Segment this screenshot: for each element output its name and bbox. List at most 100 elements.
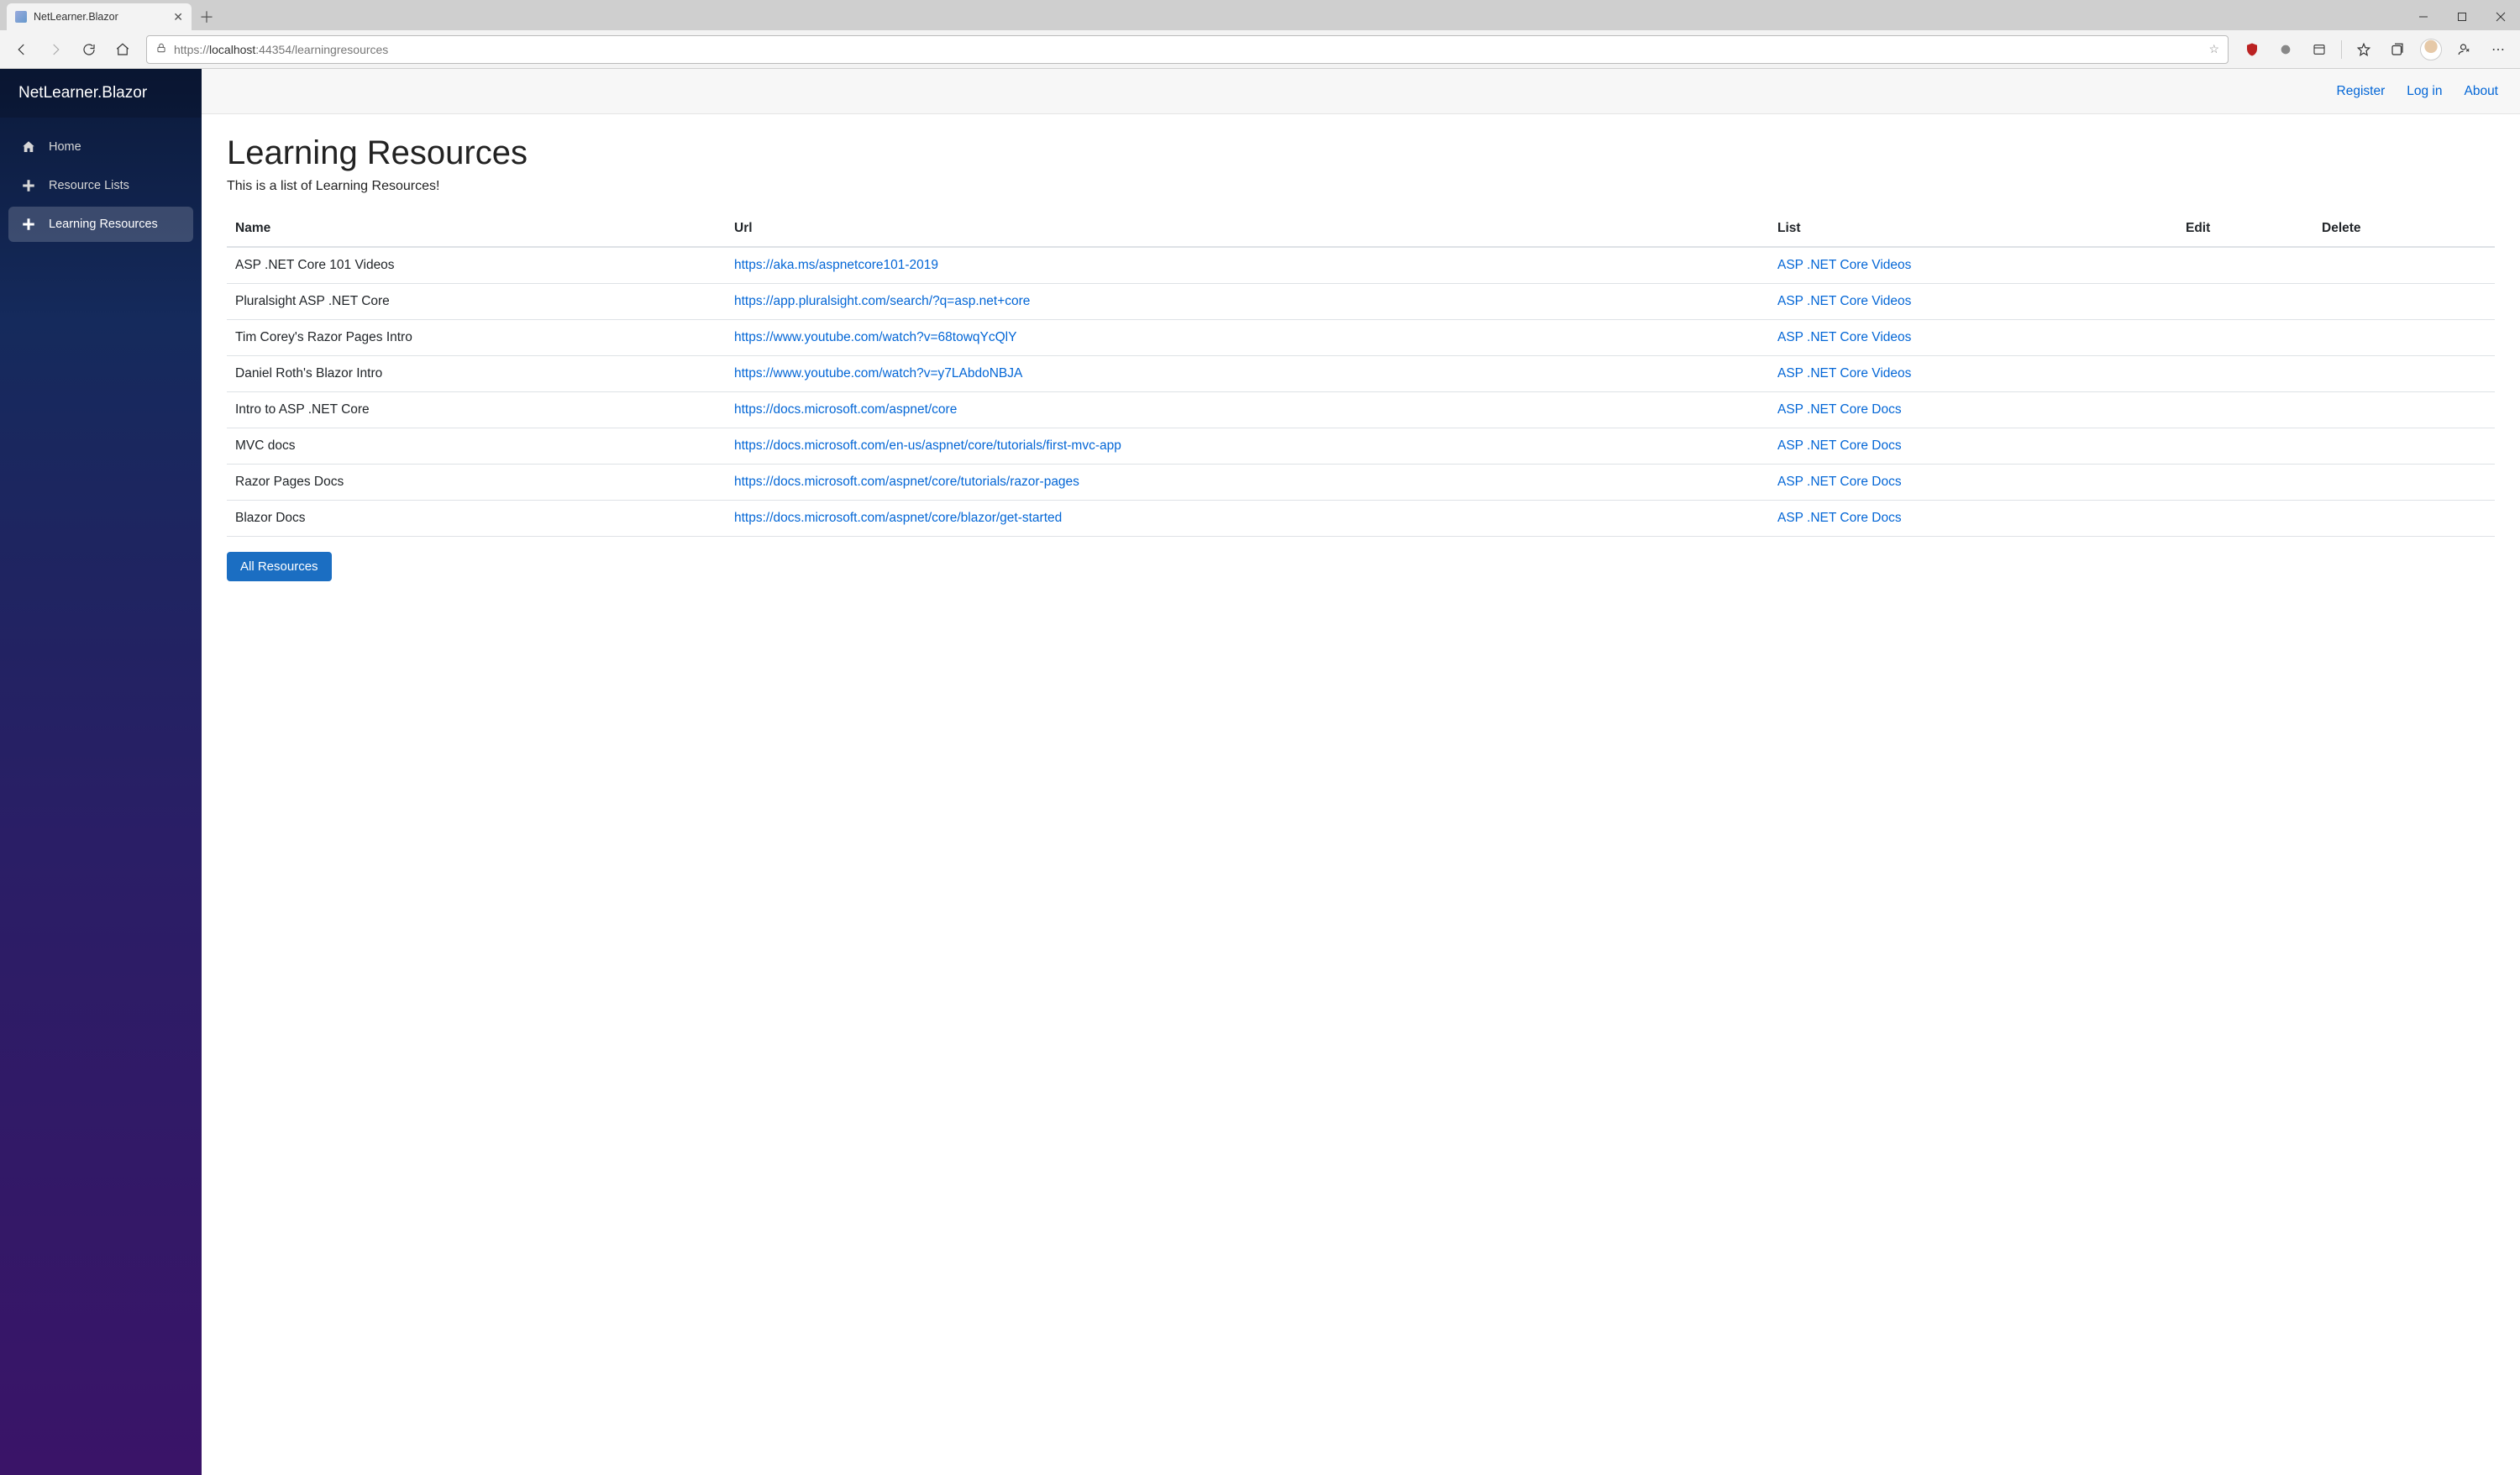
cell-edit (2177, 465, 2313, 501)
cell-url: https://app.pluralsight.com/search/?q=as… (726, 284, 1769, 320)
cell-url: https://docs.microsoft.com/aspnet/core/t… (726, 465, 1769, 501)
table-row: Razor Pages Docshttps://docs.microsoft.c… (227, 465, 2495, 501)
app-brand: NetLearner.Blazor (0, 69, 202, 118)
sidebar-nav: Home Resource Lists Learning Resources (0, 118, 202, 254)
reading-view-icon[interactable] (2304, 34, 2334, 65)
resource-list-link[interactable]: ASP .NET Core Docs (1777, 438, 1902, 453)
home-button[interactable] (108, 34, 138, 65)
favorites-icon[interactable] (2349, 34, 2379, 65)
cell-edit (2177, 247, 2313, 284)
cell-list: ASP .NET Core Docs (1769, 392, 2177, 428)
refresh-button[interactable] (74, 34, 104, 65)
extension-ublock-icon[interactable] (2237, 34, 2267, 65)
all-resources-button[interactable]: All Resources (227, 552, 332, 581)
favorite-icon[interactable]: ☆ (2208, 42, 2219, 56)
browser-toolbar: https://localhost:44354/learningresource… (0, 30, 2520, 69)
close-tab-icon[interactable]: ✕ (173, 10, 183, 24)
toolbar-separator (2341, 40, 2342, 59)
plus-icon (20, 178, 37, 193)
resource-url-link[interactable]: https://aka.ms/aspnetcore101-2019 (734, 258, 938, 272)
cell-name: Intro to ASP .NET Core (227, 392, 726, 428)
sidebar-item-learning-resources[interactable]: Learning Resources (8, 207, 193, 242)
cell-edit (2177, 284, 2313, 320)
table-row: Blazor Docshttps://docs.microsoft.com/as… (227, 501, 2495, 537)
cell-delete (2313, 465, 2495, 501)
cell-edit (2177, 356, 2313, 392)
cell-url: https://docs.microsoft.com/en-us/aspnet/… (726, 428, 1769, 465)
cell-list: ASP .NET Core Videos (1769, 320, 2177, 356)
sidebar-item-label: Resource Lists (49, 179, 129, 192)
resource-list-link[interactable]: ASP .NET Core Videos (1777, 294, 1911, 308)
col-delete: Delete (2313, 211, 2495, 247)
cell-edit (2177, 392, 2313, 428)
resource-url-link[interactable]: https://docs.microsoft.com/en-us/aspnet/… (734, 438, 1121, 453)
table-row: ASP .NET Core 101 Videos https://aka.ms/a… (227, 247, 2495, 284)
resource-list-link[interactable]: ASP .NET Core Videos (1777, 330, 1911, 344)
home-icon (20, 139, 37, 155)
cell-list: ASP .NET Core Videos (1769, 247, 2177, 284)
window-controls (2404, 3, 2520, 30)
resource-list-link[interactable]: ASP .NET Core Videos (1777, 366, 1911, 381)
resources-table: Name Url List Edit Delete ASP .NET Core … (227, 211, 2495, 537)
back-button[interactable] (7, 34, 37, 65)
cell-edit (2177, 320, 2313, 356)
about-link[interactable]: About (2464, 84, 2498, 99)
feedback-icon[interactable] (2449, 34, 2480, 65)
resource-list-link[interactable]: ASP .NET Core Docs (1777, 511, 1902, 525)
resource-url-link[interactable]: https://www.youtube.com/watch?v=y7LAbdoN… (734, 366, 1022, 381)
cell-name: ASP .NET Core 101 Videos (227, 247, 726, 284)
collections-icon[interactable] (2382, 34, 2412, 65)
extension-grey-icon[interactable] (2271, 34, 2301, 65)
address-bar[interactable]: https://localhost:44354/learningresource… (146, 35, 2229, 64)
tab-strip: NetLearner.Blazor ✕ ＋ (0, 0, 2520, 30)
resource-url-link[interactable]: https://app.pluralsight.com/search/?q=as… (734, 294, 1030, 308)
resource-url-link[interactable]: https://docs.microsoft.com/aspnet/core/t… (734, 475, 1079, 489)
col-edit: Edit (2177, 211, 2313, 247)
sidebar-item-label: Home (49, 140, 81, 154)
page-title: Learning Resources (227, 134, 2495, 172)
plus-icon (20, 217, 37, 232)
cell-url: https://docs.microsoft.com/aspnet/core (726, 392, 1769, 428)
more-icon[interactable]: ⋯ (2483, 34, 2513, 65)
new-tab-button[interactable]: ＋ (195, 3, 218, 30)
cell-name: Tim Corey's Razor Pages Intro (227, 320, 726, 356)
sidebar-item-home[interactable]: Home (8, 129, 193, 165)
cell-edit (2177, 428, 2313, 465)
browser-tab[interactable]: NetLearner.Blazor ✕ (7, 3, 192, 30)
resource-list-link[interactable]: ASP .NET Core Docs (1777, 402, 1902, 417)
table-row: MVC docshttps://docs.microsoft.com/en-us… (227, 428, 2495, 465)
lock-icon (155, 42, 167, 56)
maximize-button[interactable] (2443, 3, 2481, 30)
window-close-button[interactable] (2481, 3, 2520, 30)
sidebar-item-resource-lists[interactable]: Resource Lists (8, 168, 193, 203)
cell-name: Daniel Roth's Blazor Intro (227, 356, 726, 392)
minimize-button[interactable] (2404, 3, 2443, 30)
cell-list: ASP .NET Core Videos (1769, 284, 2177, 320)
cell-delete (2313, 392, 2495, 428)
resource-url-link[interactable]: https://docs.microsoft.com/aspnet/core/b… (734, 511, 1062, 525)
url-text: https://localhost:44354/learningresource… (174, 43, 2202, 56)
table-row: Tim Corey's Razor Pages Intro https://www… (227, 320, 2495, 356)
profile-button[interactable] (2416, 34, 2446, 65)
resource-url-link[interactable]: https://www.youtube.com/watch?v=68towqYc… (734, 330, 1016, 344)
resource-list-link[interactable]: ASP .NET Core Docs (1777, 475, 1902, 489)
col-name: Name (227, 211, 726, 247)
forward-button[interactable] (40, 34, 71, 65)
resource-url-link[interactable]: https://docs.microsoft.com/aspnet/core (734, 402, 957, 417)
topbar: Register Log in About (202, 69, 2520, 114)
login-link[interactable]: Log in (2407, 84, 2442, 99)
register-link[interactable]: Register (2337, 84, 2386, 99)
col-list: List (1769, 211, 2177, 247)
app-root: NetLearner.Blazor Home Resource Lists Le… (0, 69, 2520, 1475)
favicon-icon (15, 11, 27, 23)
cell-edit (2177, 501, 2313, 537)
sidebar-item-label: Learning Resources (49, 218, 158, 231)
cell-url: https://aka.ms/aspnetcore101-2019 (726, 247, 1769, 284)
resource-list-link[interactable]: ASP .NET Core Videos (1777, 258, 1911, 272)
table-row: Pluralsight ASP .NET Corehttps://app.plu… (227, 284, 2495, 320)
cell-list: ASP .NET Core Docs (1769, 465, 2177, 501)
cell-delete (2313, 284, 2495, 320)
cell-delete (2313, 247, 2495, 284)
page-subtitle: This is a list of Learning Resources! (227, 179, 2495, 194)
tab-title: NetLearner.Blazor (34, 11, 166, 23)
